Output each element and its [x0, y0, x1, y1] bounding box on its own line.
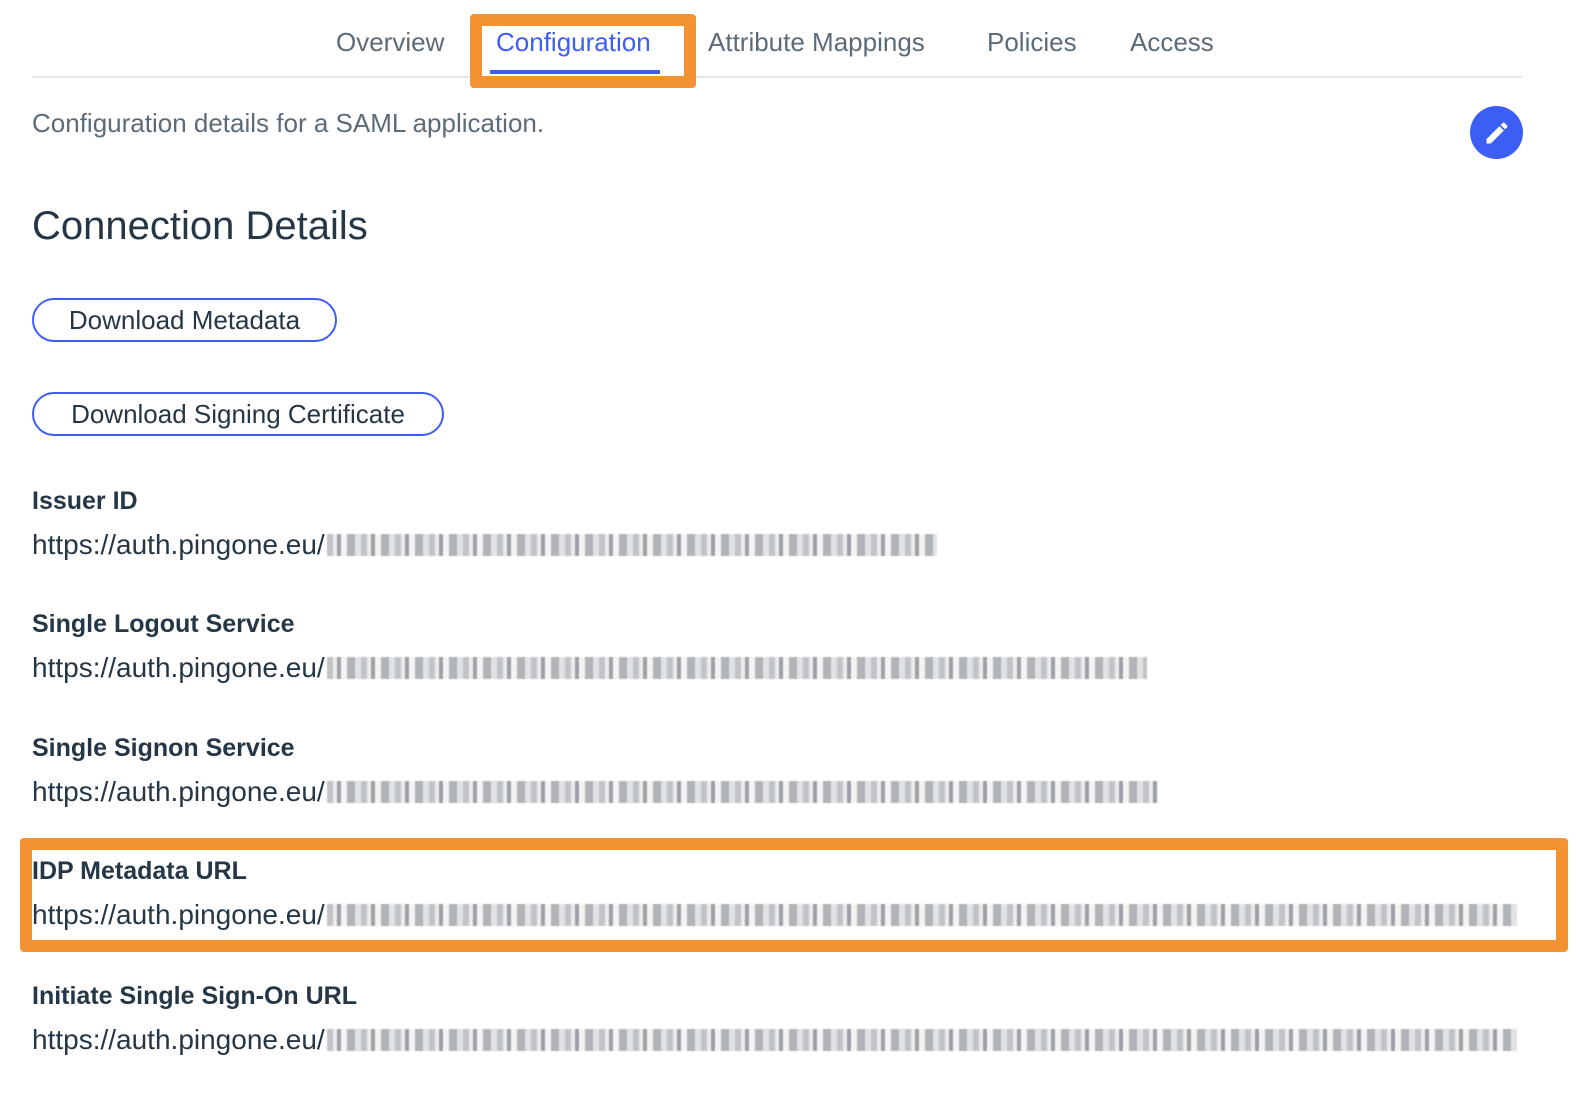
edit-button[interactable] [1470, 106, 1523, 159]
initiate-sso-url-text: https://auth.pingone.eu/ [32, 1024, 325, 1055]
redacted-text [326, 1029, 1517, 1051]
single-logout-service-url: https://auth.pingone.eu/ [32, 652, 325, 683]
single-signon-service-url: https://auth.pingone.eu/ [32, 776, 325, 807]
tab-configuration[interactable]: Configuration [496, 26, 651, 58]
download-signing-certificate-button[interactable]: Download Signing Certificate [32, 392, 444, 436]
issuer-id-url: https://auth.pingone.eu/ [32, 529, 325, 560]
initiate-sso-url-label: Initiate Single Sign-On URL [32, 982, 357, 1010]
redacted-text [326, 781, 1157, 803]
single-signon-service-label: Single Signon Service [32, 734, 295, 762]
tab-bar: Overview Configuration Attribute Mapping… [32, 0, 1522, 78]
tab-access[interactable]: Access [1130, 26, 1214, 58]
idp-metadata-url-text: https://auth.pingone.eu/ [32, 899, 325, 930]
section-title: Connection Details [32, 204, 368, 248]
tab-overview[interactable]: Overview [336, 26, 444, 58]
tab-policies[interactable]: Policies [987, 26, 1077, 58]
idp-metadata-url-field: IDP Metadata URL https://auth.pingone.eu… [32, 856, 1576, 932]
redacted-text [326, 534, 937, 556]
download-metadata-button[interactable]: Download Metadata [32, 298, 337, 342]
single-logout-service-value: https://auth.pingone.eu/ [32, 651, 1576, 685]
issuer-id-label: Issuer ID [32, 487, 138, 515]
active-tab-indicator [490, 70, 660, 74]
issuer-id-field: Issuer ID https://auth.pingone.eu/ [32, 486, 1576, 562]
idp-metadata-url-label: IDP Metadata URL [32, 857, 247, 885]
page-description: Configuration details for a SAML applica… [32, 108, 545, 138]
single-logout-service-label: Single Logout Service [32, 610, 295, 638]
single-signon-service-value: https://auth.pingone.eu/ [32, 775, 1576, 809]
single-logout-service-field: Single Logout Service https://auth.pingo… [32, 609, 1576, 685]
initiate-sso-url-value: https://auth.pingone.eu/ [32, 1023, 1576, 1057]
tab-attribute-mappings[interactable]: Attribute Mappings [708, 26, 925, 58]
initiate-sso-url-field: Initiate Single Sign-On URL https://auth… [32, 981, 1576, 1057]
issuer-id-value: https://auth.pingone.eu/ [32, 528, 1576, 562]
idp-metadata-url-value: https://auth.pingone.eu/ [32, 898, 1576, 932]
redacted-text [326, 904, 1517, 926]
pencil-icon [1486, 121, 1508, 143]
redacted-text [326, 657, 1147, 679]
single-signon-service-field: Single Signon Service https://auth.pingo… [32, 733, 1576, 809]
